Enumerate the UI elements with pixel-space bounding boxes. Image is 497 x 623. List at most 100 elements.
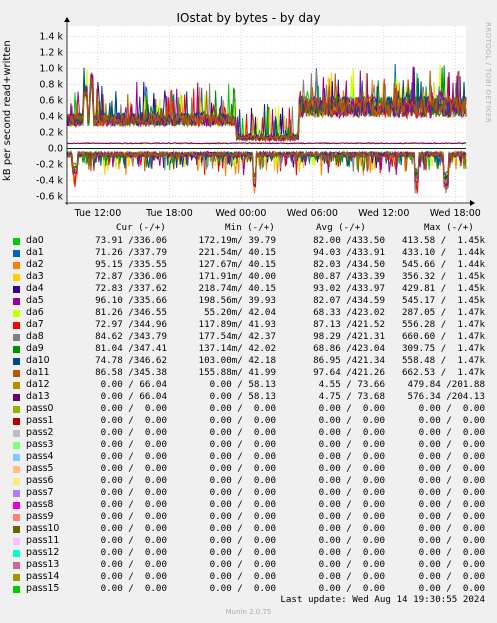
legend-max: 662.53 / 1.47k bbox=[396, 367, 485, 378]
legend-swatch bbox=[13, 538, 20, 545]
legend-swatch bbox=[13, 454, 20, 461]
legend-cur: 0.00 / 0.00 bbox=[89, 463, 167, 474]
legend-name: da7 bbox=[26, 319, 44, 330]
legend-max: 0.00 / 0.00 bbox=[402, 535, 485, 546]
y-tick-label: 0.2 k bbox=[39, 128, 63, 139]
legend-name: da6 bbox=[26, 307, 44, 318]
legend-name: da12 bbox=[26, 379, 50, 390]
legend-avg: 68.86 /423.04 bbox=[307, 343, 385, 354]
legend-min: 0.00 / 0.00 bbox=[198, 487, 276, 498]
legend-max: 0.00 / 0.00 bbox=[402, 547, 485, 558]
legend-min: 0.00 / 0.00 bbox=[198, 511, 276, 522]
legend-row-da12: da12 0.00 / 66.04 0.00 / 58.13 4.55 / 73… bbox=[0, 379, 497, 391]
legend-min: 177.54m/ 42.37 bbox=[198, 331, 276, 342]
legend-swatch bbox=[13, 250, 20, 257]
legend-max: 0.00 / 0.00 bbox=[402, 451, 485, 462]
legend-cur: 72.97 /344.96 bbox=[89, 319, 167, 330]
munin-graph: IOstat by bytes - by day kB per second r… bbox=[0, 0, 497, 623]
legend-cur: 0.00 / 0.00 bbox=[89, 511, 167, 522]
legend-avg: 80.87 /433.39 bbox=[307, 271, 385, 282]
legend-name: da9 bbox=[26, 343, 44, 354]
legend-min: 55.20m/ 42.04 bbox=[198, 307, 276, 318]
legend-swatch bbox=[13, 406, 20, 413]
legend-max: 429.81 / 1.45k bbox=[396, 283, 485, 294]
legend-avg: 68.33 /423.02 bbox=[307, 307, 385, 318]
legend-avg: 0.00 / 0.00 bbox=[307, 559, 385, 570]
legend-row-pass11: pass11 0.00 / 0.00 0.00 / 0.00 0.00 / 0.… bbox=[0, 535, 497, 547]
legend-row-pass3: pass3 0.00 / 0.00 0.00 / 0.00 0.00 / 0.0… bbox=[0, 439, 497, 451]
legend-min: 127.67m/ 40.15 bbox=[198, 259, 276, 270]
legend-min: 171.91m/ 40.00 bbox=[198, 271, 276, 282]
legend-cur: 0.00 / 0.00 bbox=[89, 523, 167, 534]
legend-name: pass1 bbox=[26, 415, 54, 426]
legend-max: 660.60 / 1.47k bbox=[396, 331, 485, 342]
legend-avg: 86.95 /421.34 bbox=[307, 355, 385, 366]
legend-avg: 82.03 /434.50 bbox=[307, 259, 385, 270]
legend-avg: 0.00 / 0.00 bbox=[307, 475, 385, 486]
x-axis-arrow bbox=[470, 200, 475, 206]
legend-min: 155.88m/ 41.99 bbox=[198, 367, 276, 378]
legend-max: 545.17 / 1.45k bbox=[396, 295, 485, 306]
legend-row-pass7: pass7 0.00 / 0.00 0.00 / 0.00 0.00 / 0.0… bbox=[0, 487, 497, 499]
legend-min: 0.00 / 0.00 bbox=[198, 439, 276, 450]
legend-row-pass10: pass10 0.00 / 0.00 0.00 / 0.00 0.00 / 0.… bbox=[0, 523, 497, 535]
legend-name: da8 bbox=[26, 331, 44, 342]
legend-max: 0.00 / 0.00 bbox=[402, 475, 485, 486]
legend-row-pass0: pass0 0.00 / 0.00 0.00 / 0.00 0.00 / 0.0… bbox=[0, 403, 497, 415]
legend-row-pass4: pass4 0.00 / 0.00 0.00 / 0.00 0.00 / 0.0… bbox=[0, 451, 497, 463]
legend-row-da1: da1 71.26 /337.79 221.54m/ 40.15 94.03 /4… bbox=[0, 247, 497, 259]
legend-row-da8: da8 84.62 /343.79 177.54m/ 42.37 98.29 /4… bbox=[0, 331, 497, 343]
x-tick-label: Tue 18:00 bbox=[145, 208, 193, 219]
x-tick-label: Wed 18:00 bbox=[430, 208, 481, 219]
legend-cur: 84.62 /343.79 bbox=[89, 331, 167, 342]
legend-min: 137.14m/ 42.02 bbox=[198, 343, 276, 354]
legend-name: pass0 bbox=[26, 403, 54, 414]
legend-header-max: Max (-/+) bbox=[424, 222, 474, 233]
legend-cur: 72.87 /336.06 bbox=[89, 271, 167, 282]
legend-avg: 0.00 / 0.00 bbox=[307, 403, 385, 414]
legend-min: 0.00 / 0.00 bbox=[198, 415, 276, 426]
legend-name: pass14 bbox=[26, 571, 60, 582]
legend-cur: 0.00 / 0.00 bbox=[89, 415, 167, 426]
legend-row-pass13: pass13 0.00 / 0.00 0.00 / 0.00 0.00 / 0.… bbox=[0, 559, 497, 571]
legend-min: 0.00 / 0.00 bbox=[198, 475, 276, 486]
legend-name: da4 bbox=[26, 283, 44, 294]
legend-swatch bbox=[13, 238, 20, 245]
legend-swatch bbox=[13, 394, 20, 401]
legend-avg: 0.00 / 0.00 bbox=[307, 571, 385, 582]
legend-row-da6: da6 81.26 /346.55 55.20m/ 42.04 68.33 /4… bbox=[0, 307, 497, 319]
legend-name: da1 bbox=[26, 247, 44, 258]
legend-name: pass4 bbox=[26, 451, 54, 462]
legend-avg: 0.00 / 0.00 bbox=[307, 511, 385, 522]
legend-row-da7: da7 72.97 /344.96 117.89m/ 41.93 87.13 /4… bbox=[0, 319, 497, 331]
legend-swatch bbox=[13, 562, 20, 569]
legend-row-da13: da13 0.00 / 66.04 0.00 / 58.13 4.75 / 73… bbox=[0, 391, 497, 403]
legend-name: da10 bbox=[26, 355, 50, 366]
legend-swatch bbox=[13, 430, 20, 437]
legend-header-min: Min (-/+) bbox=[225, 222, 275, 233]
legend-row-pass8: pass8 0.00 / 0.00 0.00 / 0.00 0.00 / 0.0… bbox=[0, 499, 497, 511]
legend-row-da5: da5 96.10 /335.66 198.56m/ 39.93 82.07 /4… bbox=[0, 295, 497, 307]
legend-min: 0.00 / 0.00 bbox=[198, 547, 276, 558]
legend-avg: 93.02 /433.97 bbox=[307, 283, 385, 294]
legend-header: Cur (-/+) Min (-/+) Avg (-/+) Max (-/+) bbox=[0, 222, 497, 234]
legend-row-da9: da9 81.04 /347.41 137.14m/ 42.02 68.86 /4… bbox=[0, 343, 497, 355]
legend-max: 356.32 / 1.45k bbox=[396, 271, 485, 282]
legend-max: 0.00 / 0.00 bbox=[402, 487, 485, 498]
legend-min: 0.00 / 0.00 bbox=[198, 427, 276, 438]
legend-min: 0.00 / 0.00 bbox=[198, 559, 276, 570]
legend-max: 309.75 / 1.47k bbox=[396, 343, 485, 354]
legend-row-pass14: pass14 0.00 / 0.00 0.00 / 0.00 0.00 / 0.… bbox=[0, 571, 497, 583]
legend-header-cur: Cur (-/+) bbox=[116, 222, 166, 233]
legend-max: 556.28 / 1.47k bbox=[396, 319, 485, 330]
y-tick-label: -0.6 k bbox=[36, 192, 64, 203]
legend-row-da4: da4 72.83 /337.62 218.74m/ 40.15 93.02 /4… bbox=[0, 283, 497, 295]
legend-name: pass3 bbox=[26, 439, 54, 450]
legend-swatch bbox=[13, 526, 20, 533]
y-tick-label: 1.2 k bbox=[39, 47, 63, 58]
legend-avg: 82.00 /433.50 bbox=[307, 235, 385, 246]
legend-name: pass12 bbox=[26, 547, 60, 558]
legend-swatch bbox=[13, 310, 20, 317]
legend-swatch bbox=[13, 346, 20, 353]
legend-avg: 0.00 / 0.00 bbox=[307, 547, 385, 558]
